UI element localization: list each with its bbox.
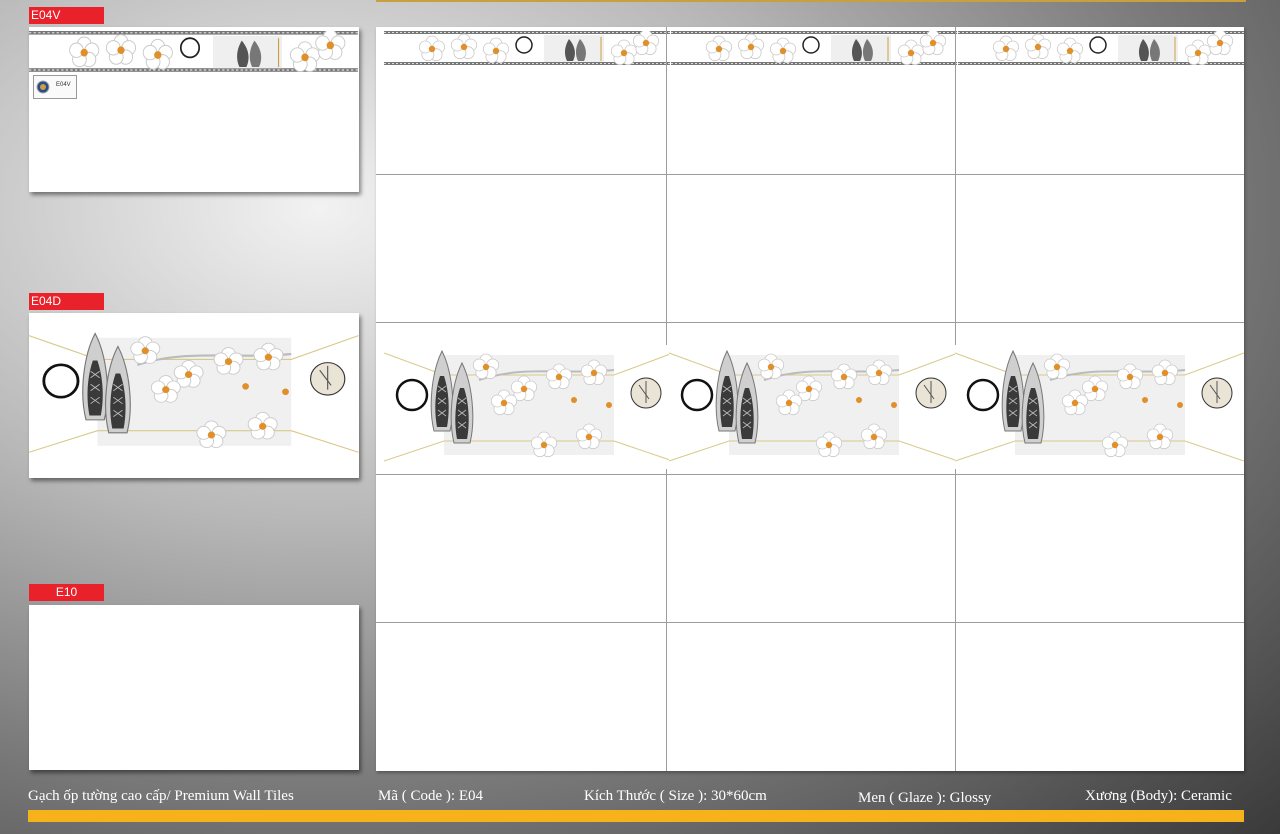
product-size: Kích Thước ( Size ): 30*60cm	[584, 788, 767, 804]
product-body: Xương (Body): Ceramic	[1085, 788, 1232, 804]
product-name: Gạch ốp tường cao cấp/ Premium Wall Tile…	[28, 788, 294, 804]
border-band-pattern	[384, 31, 1244, 65]
deco-band	[384, 345, 1244, 469]
wall-preview	[376, 27, 1244, 771]
label-e04d: E04D	[29, 293, 104, 310]
deco-band-pattern	[384, 345, 1244, 469]
border-band	[384, 31, 1244, 65]
grid-line	[376, 322, 1244, 323]
deco-tile-pattern	[29, 313, 359, 478]
border-tile-pattern	[29, 31, 359, 79]
logo-icon	[36, 80, 50, 94]
thumb-e10[interactable]	[29, 605, 359, 770]
grid-line	[376, 622, 1244, 623]
thumb-e04v[interactable]: E04V	[29, 27, 359, 192]
thumb-e04d[interactable]	[29, 313, 359, 478]
label-e10: E10	[29, 584, 104, 601]
grid-line	[376, 474, 1244, 475]
product-code: Mã ( Code ): E04	[378, 788, 483, 804]
label-e04v: E04V	[29, 7, 104, 24]
accent-bar	[28, 810, 1244, 822]
top-accent-strip	[376, 0, 1246, 2]
badge-code: E04V	[56, 82, 71, 88]
product-badge: E04V	[33, 75, 77, 99]
grid-line	[376, 174, 1244, 175]
product-glaze: Men ( Glaze ): Glossy	[858, 790, 992, 806]
